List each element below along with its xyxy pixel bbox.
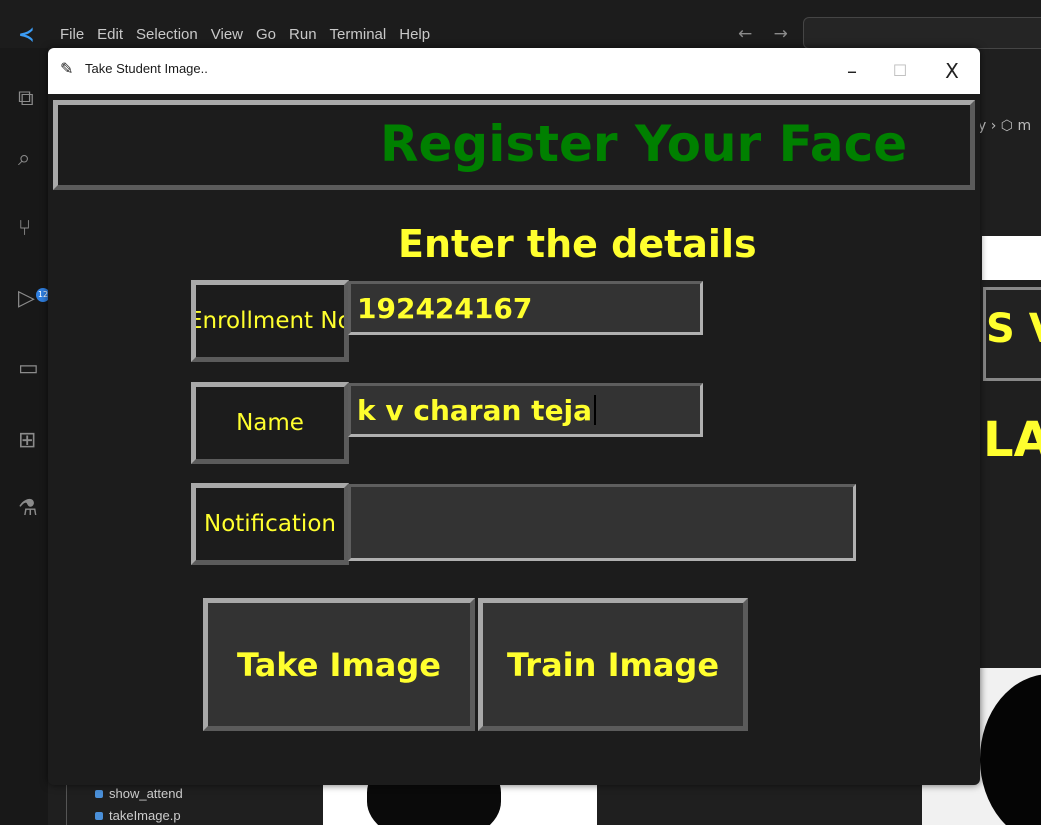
editor-breadcrumb[interactable]: y › ⬡ m	[978, 118, 1031, 134]
enrollment-label-text: Enrollment No	[191, 308, 349, 334]
enrollment-input[interactable]: 192424167	[348, 281, 703, 335]
search-icon[interactable]: ⌕	[18, 146, 30, 171]
close-button[interactable]: X	[932, 54, 972, 88]
window-title: Take Student Image..	[85, 61, 208, 76]
remote-explorer-icon[interactable]: ▭	[18, 356, 39, 381]
menu-run[interactable]: Run	[289, 26, 317, 43]
source-control-icon[interactable]: ⑂	[18, 216, 31, 241]
extensions-icon[interactable]: ⊞	[18, 428, 36, 453]
name-input[interactable]: k v charan teja	[348, 383, 703, 437]
menu-file[interactable]: File	[60, 26, 84, 43]
menu-terminal[interactable]: Terminal	[330, 26, 387, 43]
menu-edit[interactable]: Edit	[97, 26, 123, 43]
background-panel	[982, 236, 1041, 280]
file-item[interactable]: show_attend	[95, 786, 183, 801]
file-item[interactable]: takeImage.p	[95, 808, 181, 823]
take-student-image-window: ✎ Take Student Image.. – ☐ X Register Yo…	[48, 48, 980, 785]
window-titlebar[interactable]: ✎ Take Student Image.. – ☐ X	[48, 48, 980, 94]
enrollment-value: 192424167	[357, 291, 533, 325]
command-center-search[interactable]	[803, 17, 1041, 49]
train-image-label: Train Image	[506, 645, 720, 684]
background-subheading-text: LA	[983, 412, 1041, 468]
vscode-logo-icon: ≺	[18, 22, 35, 46]
menu-help[interactable]: Help	[399, 26, 430, 43]
background-heading-text: S V	[986, 306, 1041, 352]
notification-label-text: Notification	[204, 511, 336, 537]
python-file-icon	[95, 812, 103, 820]
activity-bar: ⧉ ⌕ ⑂ 12 ▷ ▭ ⊞ ⚗	[0, 48, 50, 825]
take-image-label: Take Image	[236, 645, 441, 684]
menu-selection[interactable]: Selection	[136, 26, 198, 43]
enrollment-label: Enrollment No	[191, 280, 349, 362]
form-subheading: Enter the details	[398, 222, 757, 266]
explorer-icon[interactable]: ⧉	[18, 86, 34, 111]
menu-go[interactable]: Go	[256, 26, 276, 43]
name-value: k v charan teja	[357, 393, 593, 427]
vscode-menu-bar: File Edit Selection View Go Run Terminal…	[60, 26, 443, 43]
heading-frame: Register Your Face	[53, 100, 975, 190]
train-image-button[interactable]: Train Image	[478, 598, 748, 731]
background-image-center	[323, 782, 597, 825]
file-name: show_attend	[109, 786, 183, 801]
page-title: Register Your Face	[374, 105, 914, 185]
text-cursor	[594, 395, 597, 425]
take-image-button[interactable]: Take Image	[203, 598, 475, 731]
notification-field	[348, 484, 856, 561]
tk-feather-icon: ✎	[60, 59, 74, 78]
minimize-button[interactable]: –	[832, 54, 872, 88]
background-silhouette	[980, 674, 1041, 825]
vscode-titlebar: ≺ File Edit Selection View Go Run Termin…	[0, 0, 1041, 49]
python-file-icon	[95, 790, 103, 798]
file-name: takeImage.p	[109, 808, 181, 823]
menu-view[interactable]: View	[211, 26, 243, 43]
explorer-file-list: show_attend takeImage.p	[66, 782, 207, 825]
testing-icon[interactable]: ⚗	[18, 496, 38, 521]
nav-arrows-icon[interactable]: ← →	[738, 24, 796, 44]
notification-label: Notification	[191, 483, 349, 565]
background-silhouette	[367, 782, 501, 825]
name-label-text: Name	[236, 410, 304, 436]
maximize-button[interactable]: ☐	[880, 54, 920, 88]
run-debug-icon[interactable]: ▷	[18, 286, 35, 311]
name-label: Name	[191, 382, 349, 464]
